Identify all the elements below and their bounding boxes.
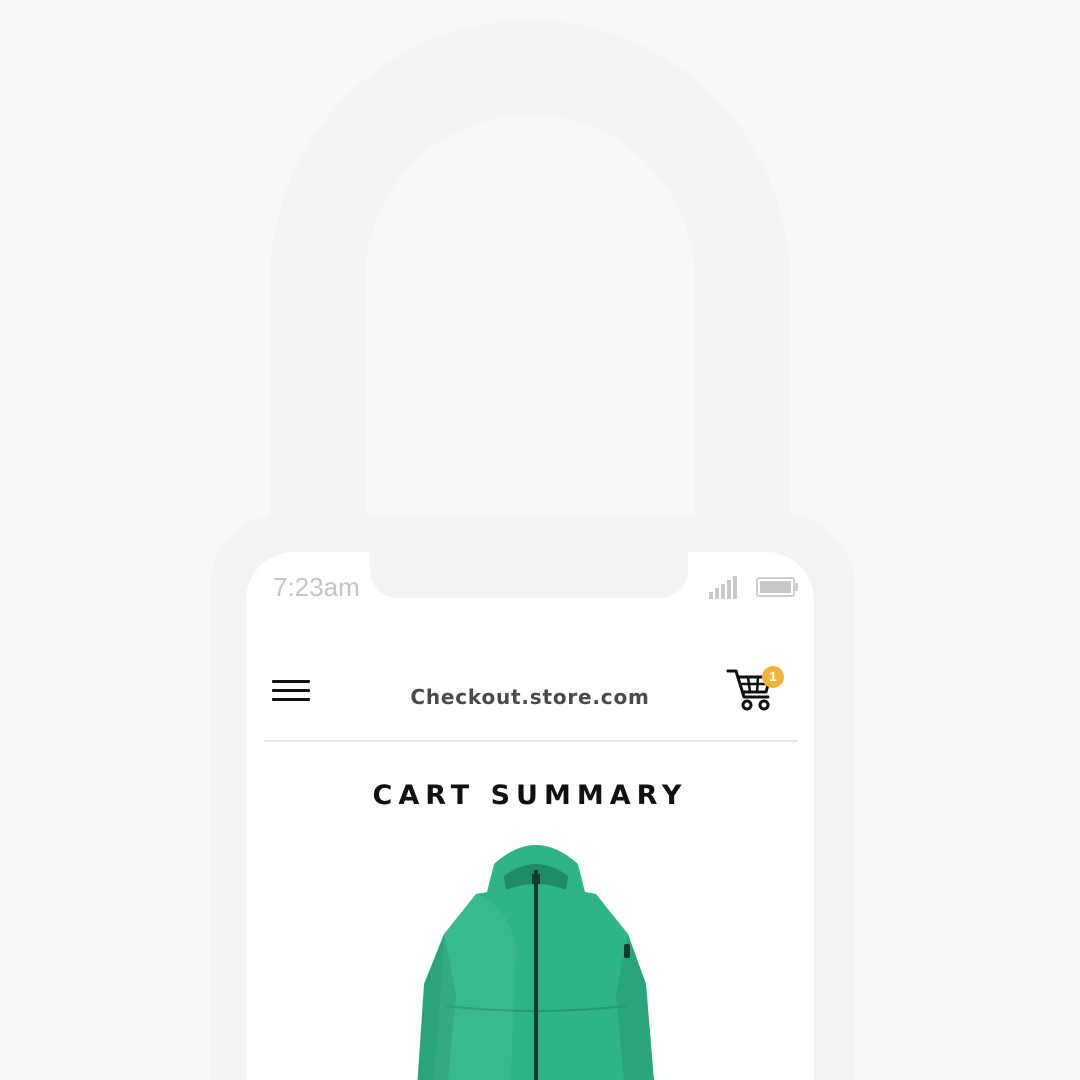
phone-screen: 7:23am Checkout.store.com 1 CART SUMMARY [246,552,814,1080]
stage: 7:23am Checkout.store.com 1 CART SUMMARY [0,0,1080,1080]
cart-count-badge: 1 [762,666,784,688]
status-time: 7:23am [273,572,360,602]
battery-icon [756,577,798,597]
phone-notch [370,552,688,598]
signal-bars-icon [709,576,737,599]
cart-button[interactable]: 1 [726,664,790,714]
page-title: CART SUMMARY [372,780,688,811]
product-image-jacket [417,845,654,1080]
header-divider [264,740,798,742]
